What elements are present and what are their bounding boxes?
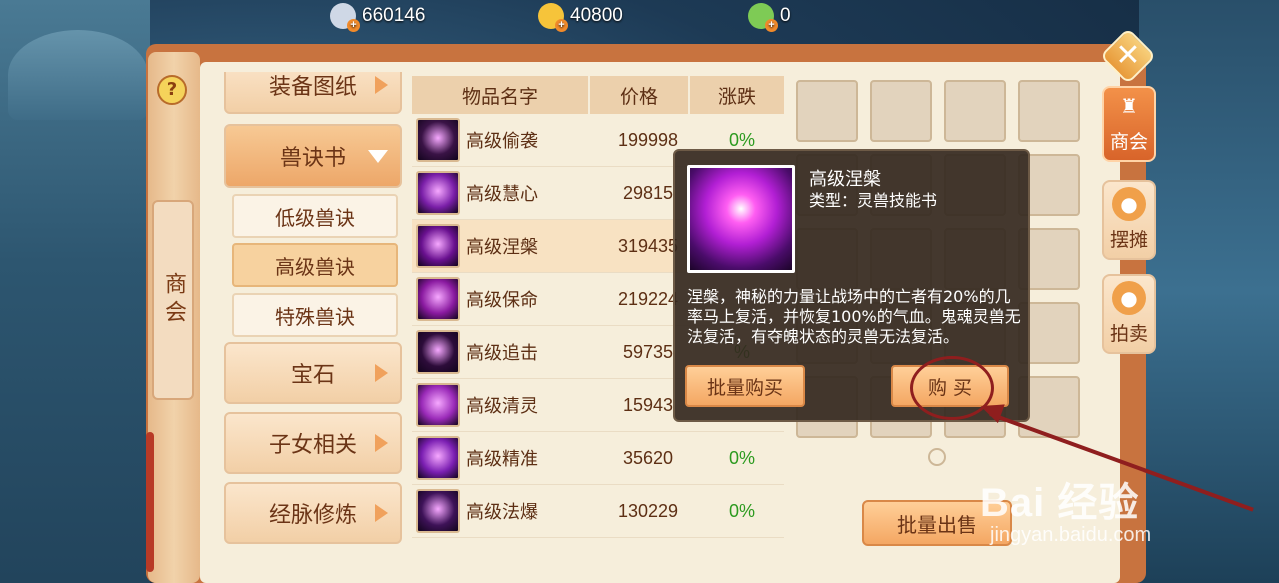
help-button[interactable]: ? xyxy=(157,75,187,105)
table-header: 物品名字 价格 涨跌 xyxy=(412,76,784,114)
item-name: 高级精准 xyxy=(466,449,538,470)
gold-amount: 40800 xyxy=(570,5,623,26)
item-change: 0% xyxy=(728,500,755,521)
silver-currency[interactable]: + 660146 xyxy=(330,2,426,32)
silver-coin-icon: + xyxy=(330,3,360,32)
chevron-right-icon xyxy=(375,76,388,94)
watermark-url: jingyan.baidu.com xyxy=(990,524,1152,546)
category-label: 兽诀书 xyxy=(279,146,346,171)
tassel-decoration xyxy=(146,432,154,572)
gold-currency[interactable]: + 40800 xyxy=(538,2,623,32)
category-meridian[interactable]: 经脉修炼 xyxy=(224,482,402,544)
item-price: 199998 xyxy=(617,129,679,150)
tooltip-description: 涅槃，神秘的力量让战场中的亡者有20%的几率马上复活，并恢复100%的气血。鬼魂… xyxy=(687,287,1021,346)
item-price: 35620 xyxy=(622,447,674,468)
tab-stall[interactable]: ● 摆摊 xyxy=(1102,180,1156,260)
auction-icon: ● xyxy=(1112,281,1146,315)
tab-guild[interactable]: ♜ 商会 xyxy=(1102,86,1156,162)
header-name: 物品名字 xyxy=(412,76,590,114)
jade-amount: 0 xyxy=(780,5,791,26)
category-list: 装备图纸 兽诀书 低级兽诀 高级兽诀 特殊兽诀 宝石 子女相关 经脉修炼 xyxy=(224,72,410,583)
subcategory-special[interactable]: 特殊兽诀 xyxy=(232,293,398,337)
item-change: 0% xyxy=(728,447,755,468)
item-name: 高级涅槃 xyxy=(466,237,538,258)
subcategory-high[interactable]: 高级兽诀 xyxy=(232,243,398,287)
table-row[interactable]: 高级法爆 130229 0% xyxy=(412,485,784,538)
item-name: 高级清灵 xyxy=(466,396,538,417)
close-icon: ✕ xyxy=(1115,38,1141,73)
tab-label: 拍卖 xyxy=(1109,323,1148,345)
tab-label: 商会 xyxy=(1109,131,1148,153)
item-name: 高级偷袭 xyxy=(466,131,538,152)
inventory-slot[interactable] xyxy=(944,80,1006,142)
bulk-buy-button[interactable]: 批量购买 xyxy=(685,365,805,407)
table-row[interactable]: 高级精准 35620 0% xyxy=(412,432,784,485)
item-name: 高级追击 xyxy=(466,343,538,364)
item-change: 0% xyxy=(728,129,755,150)
category-label: 装备图纸 xyxy=(268,75,357,100)
inventory-slot[interactable] xyxy=(870,80,932,142)
item-name: 高级法爆 xyxy=(466,502,538,523)
silver-amount: 660146 xyxy=(362,5,426,26)
skill-book-icon xyxy=(416,277,460,321)
watermark: Bai 经验 jingyan.baidu.com xyxy=(980,470,1151,547)
item-price: 130229 xyxy=(617,500,679,521)
stall-icon: ● xyxy=(1112,187,1146,221)
item-name: 高级慧心 xyxy=(466,184,538,205)
guild-icon: ♜ xyxy=(1120,94,1138,118)
item-name: 高级保命 xyxy=(466,290,538,311)
inventory-slot[interactable] xyxy=(1018,80,1080,142)
background-roof xyxy=(8,30,148,120)
header-change: 涨跌 xyxy=(717,85,756,108)
category-label: 宝石 xyxy=(290,363,335,388)
category-equipment-blueprints[interactable]: 装备图纸 xyxy=(224,72,402,114)
skill-book-icon xyxy=(416,224,460,268)
chevron-right-icon xyxy=(375,364,388,382)
skill-book-icon xyxy=(416,489,460,533)
tooltip-type: 类型：灵兽技能书 xyxy=(809,191,938,210)
skill-book-icon xyxy=(416,330,460,374)
header-price: 价格 xyxy=(590,76,690,114)
jade-coin-icon: + xyxy=(748,3,778,32)
subcategory-low[interactable]: 低级兽诀 xyxy=(232,194,398,238)
skill-book-icon xyxy=(416,436,460,480)
rail-title: 商会 xyxy=(152,200,194,400)
gold-coin-icon: + xyxy=(538,3,568,32)
category-beast-skill-books[interactable]: 兽诀书 xyxy=(224,124,402,188)
watermark-brand: Bai 经验 xyxy=(980,481,1140,525)
chevron-right-icon xyxy=(375,504,388,522)
skill-book-icon xyxy=(416,171,460,215)
category-children[interactable]: 子女相关 xyxy=(224,412,402,474)
tab-label: 摆摊 xyxy=(1109,229,1148,251)
skill-book-icon xyxy=(416,383,460,427)
inventory-slot[interactable] xyxy=(796,80,858,142)
category-gems[interactable]: 宝石 xyxy=(224,342,402,404)
category-label: 经脉修炼 xyxy=(268,503,357,528)
tab-auction[interactable]: ● 拍卖 xyxy=(1102,274,1156,354)
jade-currency[interactable]: + 0 xyxy=(748,2,791,32)
category-label: 子女相关 xyxy=(268,433,357,458)
chevron-right-icon xyxy=(375,434,388,452)
chevron-down-icon xyxy=(368,149,388,163)
skill-book-icon xyxy=(416,118,460,162)
page-indicator[interactable] xyxy=(928,448,946,466)
phoenix-skill-icon xyxy=(687,165,795,273)
